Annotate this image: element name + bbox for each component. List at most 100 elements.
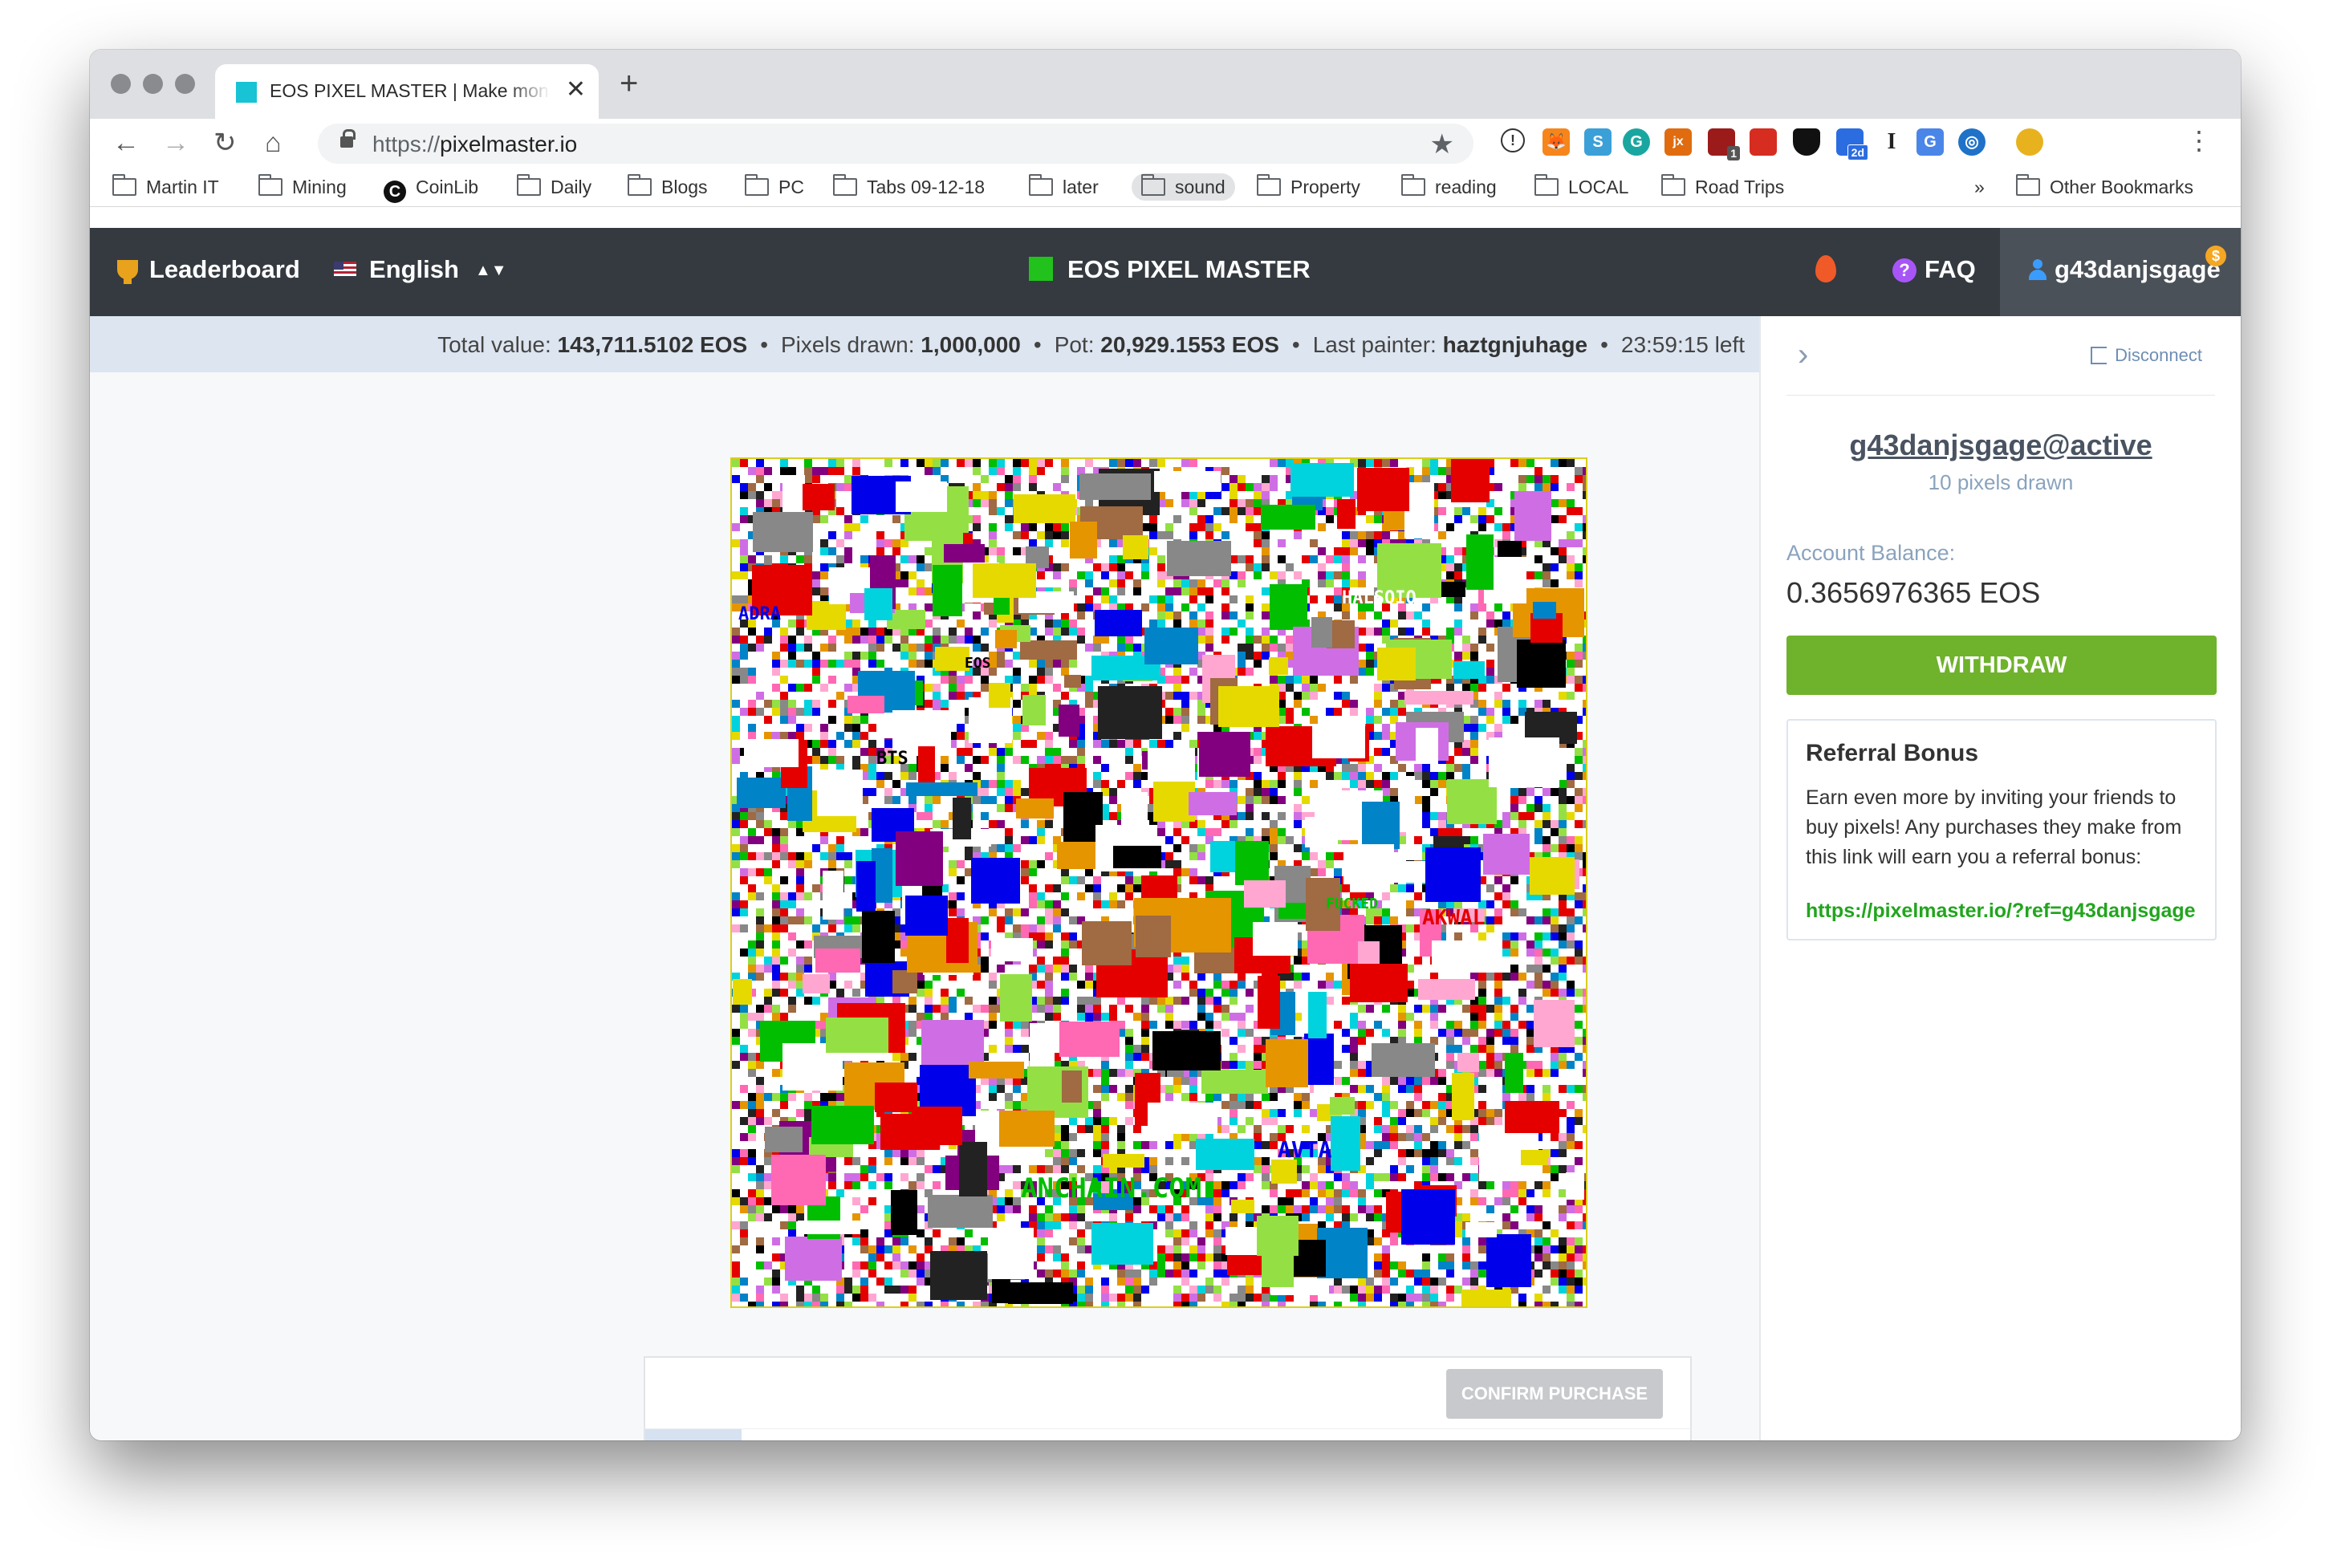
bookmark-daily[interactable]: Daily [517,173,591,201]
grammarly-extension-icon[interactable]: G [1623,128,1650,156]
back-icon[interactable]: ← [112,127,140,159]
pixel-canvas[interactable]: ADRA BTS EOS HALSOIO AKWAL ANCHAIN.COM FUCKED A… [730,457,1587,1308]
calendar-extension-icon[interactable]: 2d [1836,128,1868,160]
bookmark-star-icon[interactable]: ★ [1430,128,1454,160]
pixel-cell [957,692,965,700]
pixel-cell [1478,523,1486,531]
site-logo[interactable]: EOS PIXEL MASTER [1029,255,1311,284]
pixel-cell [844,483,852,491]
leaderboard-link[interactable]: Leaderboard [117,255,300,284]
ublock-extension-icon[interactable]: 1 [1708,128,1740,160]
language-select[interactable]: English ▲▼ [334,255,507,284]
pixel-cell [1494,684,1502,692]
pixel-cell [780,852,788,860]
pixel-cell [1013,692,1021,700]
pixel-cell [1358,1005,1366,1013]
pixel-cell [1061,965,1069,973]
pixel-cell [1567,796,1575,804]
bookmark-reading[interactable]: reading [1401,173,1497,201]
pixel-cell [1334,587,1342,595]
pixel-cell [1310,852,1318,860]
pixel-cell [740,900,748,908]
pixel-cell [1005,475,1013,483]
shield-extension-icon[interactable] [1793,128,1820,156]
close-window-icon[interactable] [111,74,131,94]
pixel-cell [1221,467,1230,475]
browser-menu-icon[interactable]: ⋮ [2186,125,2212,156]
instapaper-extension-icon[interactable]: I [1878,128,1905,156]
pixel-cell [1454,748,1462,756]
pixel-cell [812,884,820,892]
bookmark-other[interactable]: Other Bookmarks [2016,173,2193,201]
reload-icon[interactable]: ↻ [213,127,237,159]
pixel-cell [1221,587,1230,595]
faq-link[interactable]: ? FAQ [1892,255,1976,284]
pixel-cell [1318,868,1326,876]
hot-icon[interactable] [1815,255,1836,289]
pixel-cell [917,459,925,467]
pixel-cell [780,957,788,965]
address-bar[interactable]: https://pixelmaster.io ★ [318,124,1473,164]
pixel-cell [1406,628,1414,636]
bookmark-road-trips[interactable]: Road Trips [1661,173,1784,201]
pixel-cell [788,949,796,957]
info-extension-icon[interactable]: ! [1501,128,1525,152]
bookmark-sound[interactable]: sound [1132,173,1235,201]
bookmark-martin-it[interactable]: Martin IT [112,173,219,201]
pixel-cell [1559,973,1567,981]
bookmark-tabs[interactable]: Tabs 09-12-18 [833,173,985,201]
jx-extension-icon[interactable]: jx [1664,128,1692,156]
pixel-cell [1567,812,1575,820]
pixel-cell [820,547,828,555]
bookmark-property[interactable]: Property [1257,173,1360,201]
bookmark-later[interactable]: later [1029,173,1099,201]
pixel-cell [1238,780,1246,788]
pixel-cell [884,515,892,523]
pixel-cell [1061,876,1069,884]
pixel-cell [1133,579,1141,587]
pixel-cell [900,555,908,563]
pixel-cell [1470,756,1478,764]
pixel-cell [852,523,860,531]
translate-extension-icon[interactable]: G [1916,128,1944,156]
circle-extension-icon[interactable]: ◎ [1958,128,1986,156]
bookmark-mining[interactable]: Mining [258,173,347,201]
pixel-cell [1230,595,1238,603]
bookmark-pc[interactable]: PC [745,173,804,201]
pixel-canvas-svg[interactable]: ADRABTSEOSHALSOIOAKWALANCHAIN.COMFUCKEDA… [732,459,1587,1308]
pixel-cell [981,531,989,539]
profile-avatar-icon[interactable] [2016,128,2043,156]
s-extension-icon[interactable]: S [1584,128,1612,156]
metamask-extension-icon[interactable]: 🦊 [1543,128,1570,156]
browser-tab[interactable]: EOS PIXEL MASTER | Make money ✕ [215,64,599,119]
pixel-cell [1246,1029,1254,1037]
pixel-cell [1069,571,1077,579]
pixel-cell [1061,475,1069,483]
pixel-cell [1567,916,1575,924]
pixel-cell [1358,611,1366,619]
bookmark-extension-icon[interactable] [1750,128,1777,156]
pixel-cell [1037,1005,1045,1013]
home-icon[interactable]: ⌂ [265,127,282,159]
pixel-cell [989,1045,997,1053]
pixel-cell [1165,716,1173,724]
pixel-cell [981,908,989,916]
user-menu[interactable]: g43danjsgage $ [2000,228,2241,316]
maximize-window-icon[interactable] [175,74,195,94]
bookmark-local[interactable]: LOCAL [1534,173,1628,201]
bookmark-coinlib[interactable]: C CoinLib [384,173,478,203]
pixel-cell [756,1005,764,1013]
pixel-cell [957,748,965,756]
pixel-cell [1254,459,1262,467]
pixel-cell [1021,740,1029,748]
pixel-cell [1567,957,1575,965]
minimize-window-icon[interactable] [143,74,163,94]
new-tab-icon[interactable]: + [620,66,638,101]
tab-close-icon[interactable]: ✕ [566,75,586,104]
pixel-cell [1093,740,1101,748]
pixel-cell [1061,940,1069,949]
bookmark-blogs[interactable]: Blogs [628,173,708,201]
bookmarks-overflow[interactable]: » [1974,173,1985,201]
pixel-cell [804,644,812,652]
forward-icon[interactable]: → [162,127,189,159]
